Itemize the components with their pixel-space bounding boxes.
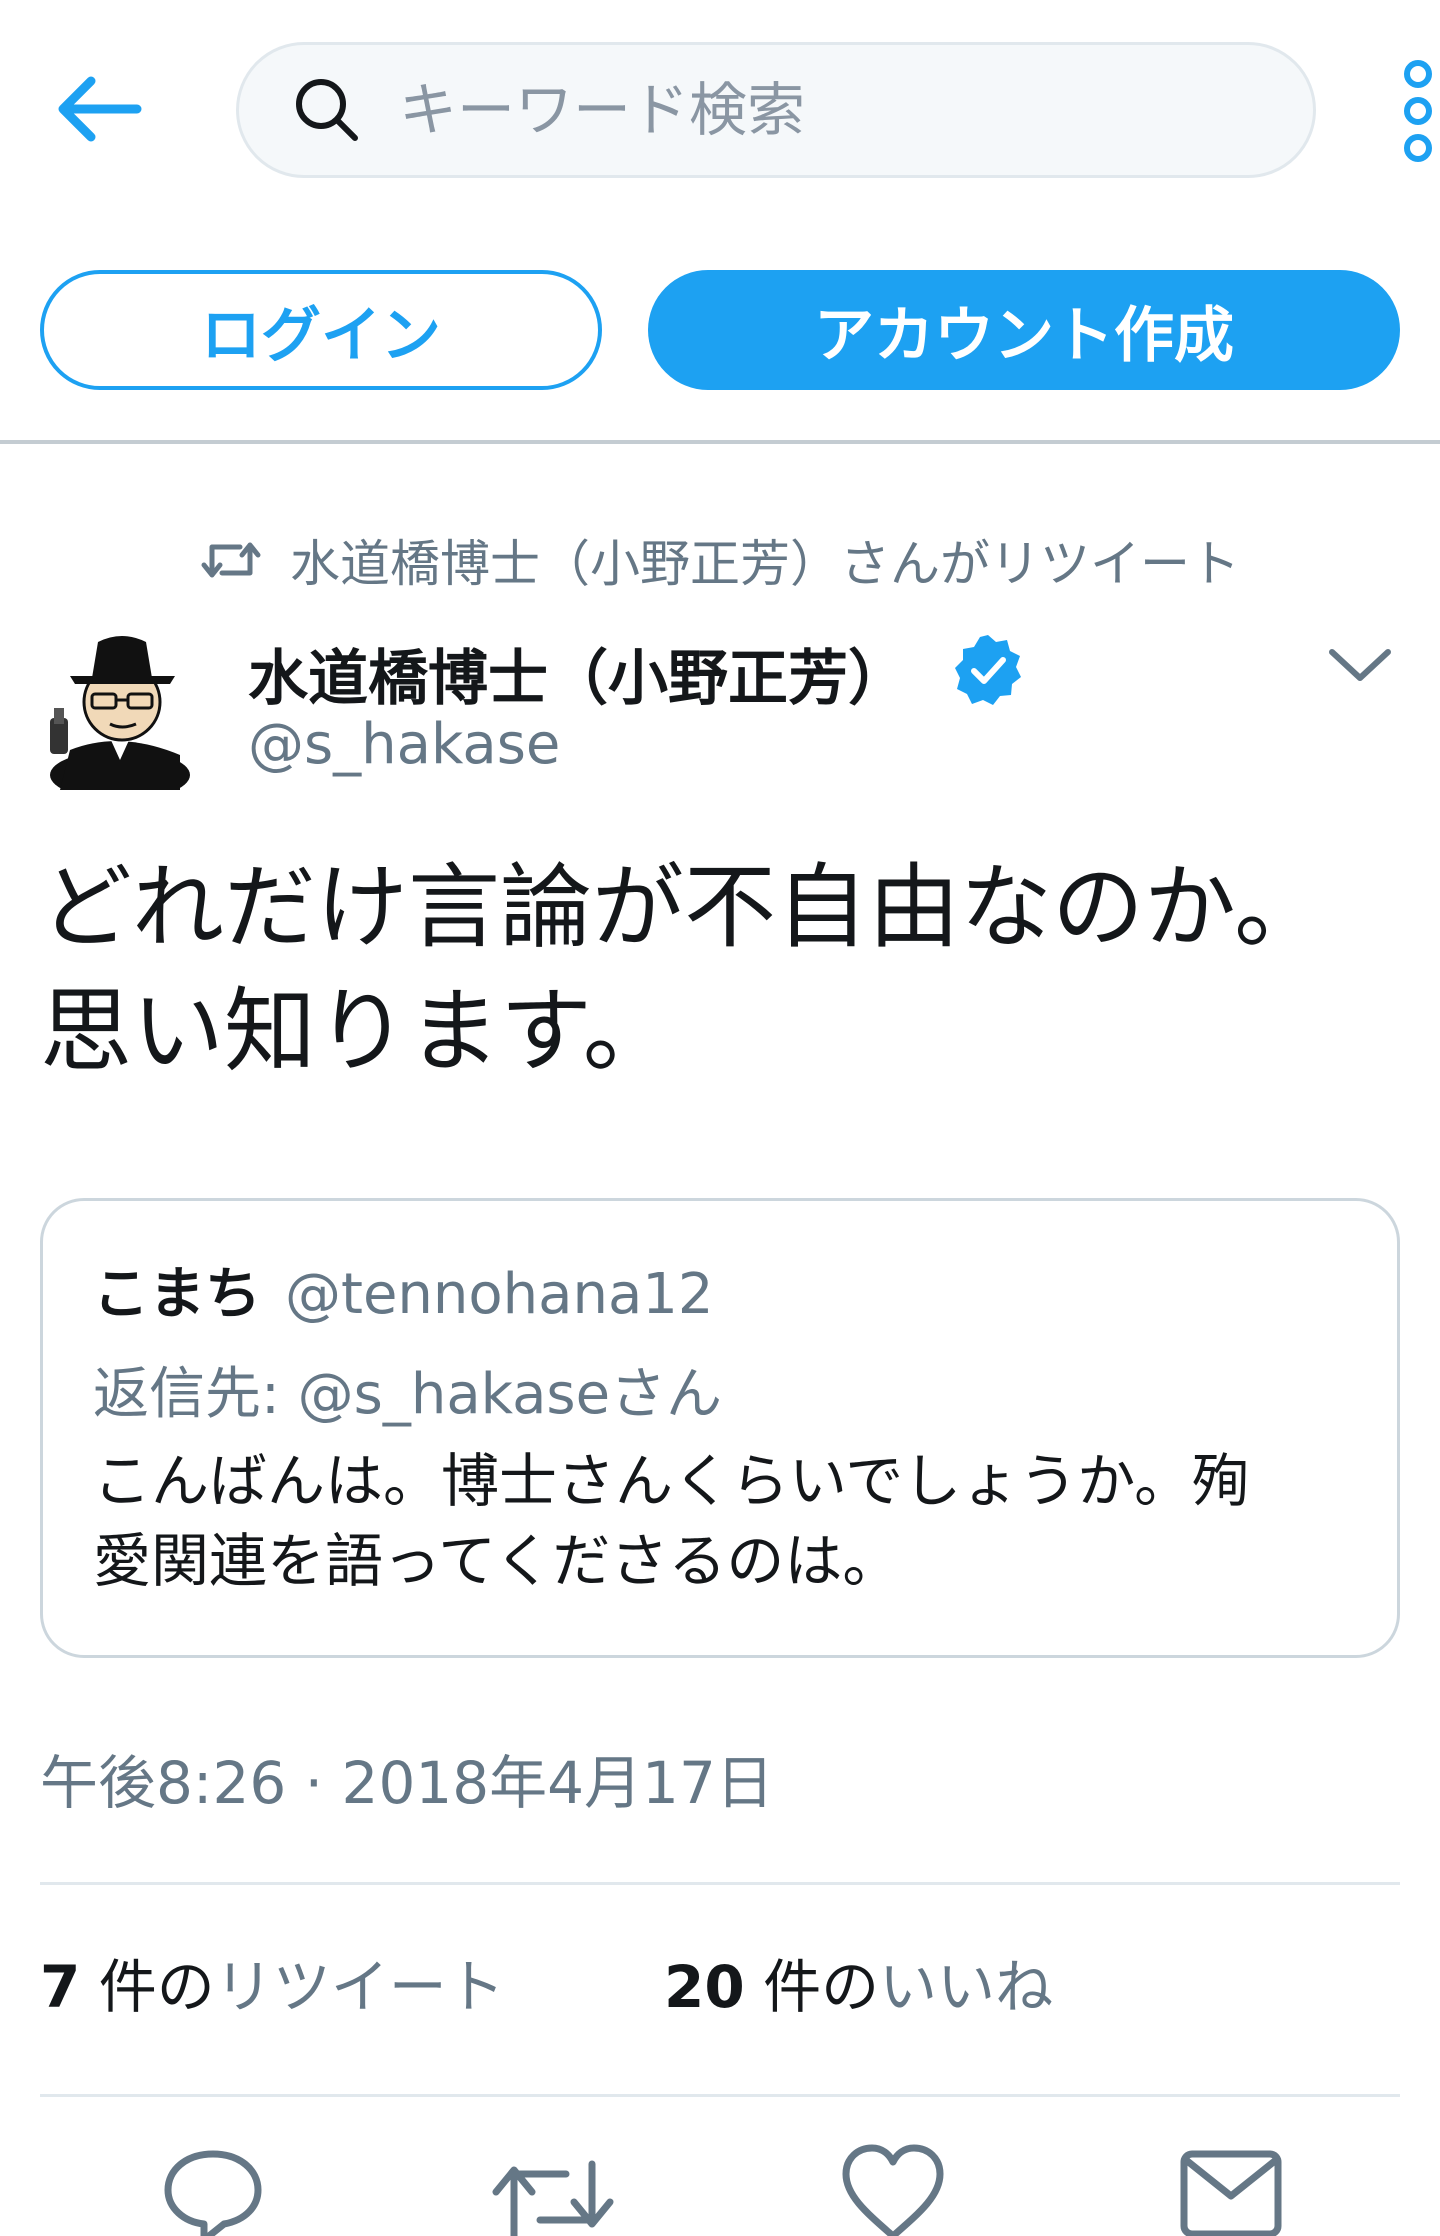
likes-stat[interactable]: 20 件のいいね xyxy=(664,1940,1053,2024)
author-handle[interactable]: @s_hakase xyxy=(248,712,560,777)
more-vertical-icon xyxy=(1404,60,1432,162)
stats-divider-top xyxy=(40,1882,1400,1885)
likes-label: いいね xyxy=(879,1953,1054,2021)
quoted-tweet[interactable]: こまち @tennohana12 返信先: @s_hakaseさん こんばんは。博… xyxy=(40,1198,1400,1658)
more-menu-button[interactable] xyxy=(1396,56,1440,166)
quoted-reply-to: 返信先: @s_hakaseさん xyxy=(93,1349,722,1430)
chevron-down-icon xyxy=(1329,649,1391,681)
retweet-icon xyxy=(492,2160,614,2236)
back-button[interactable] xyxy=(48,66,148,152)
retweets-count: 7 xyxy=(40,1953,81,2021)
top-bar xyxy=(0,0,1440,220)
search-icon xyxy=(289,72,365,148)
message-button[interactable] xyxy=(1176,2140,1286,2236)
quoted-tweet-header: こまち @tennohana12 xyxy=(93,1249,714,1330)
retweet-context[interactable]: 水道橋博士（小野正芳）さんがリツイート xyxy=(0,520,1440,600)
verified-badge-icon xyxy=(950,632,1026,708)
quoted-tweet-text: こんばんは。博士さんくらいでしょうか。殉 愛関連を語ってくださるのは。 xyxy=(93,1441,1373,1601)
stats-divider-bottom xyxy=(40,2094,1400,2097)
retweets-label: リツイート xyxy=(214,1953,505,2021)
search-box[interactable] xyxy=(236,42,1316,178)
author-name[interactable]: 水道橋博士（小野正芳） xyxy=(248,630,908,717)
reply-icon xyxy=(164,2150,262,2236)
tweet-text-line: 思い知ります。 xyxy=(40,978,675,1085)
tweet-text: どれだけ言論が不自由なのか。 思い知ります。 xyxy=(40,846,1410,1094)
retweet-icon xyxy=(200,535,262,585)
retweet-button[interactable] xyxy=(488,2140,614,2236)
auth-buttons: ログイン アカウント作成 xyxy=(0,270,1440,390)
reply-prefix: 返信先: xyxy=(93,1362,298,1427)
reply-button[interactable] xyxy=(158,2140,268,2236)
login-button[interactable]: ログイン xyxy=(40,270,602,390)
retweet-context-text: 水道橋博士（小野正芳）さんがリツイート xyxy=(290,535,1240,593)
tweet-options-button[interactable] xyxy=(1320,636,1400,696)
retweets-stat[interactable]: 7 件のリツイート xyxy=(40,1940,505,2024)
envelope-icon xyxy=(1180,2150,1282,2236)
tweet-text-line: どれだけ言論が不自由なのか。 xyxy=(40,854,1327,961)
quoted-text-line: 愛関連を語ってくださるのは。 xyxy=(93,1527,901,1595)
likes-count: 20 xyxy=(664,1953,745,2021)
quoted-author-handle: @tennohana12 xyxy=(285,1262,714,1327)
like-button[interactable] xyxy=(838,2140,948,2236)
signup-button[interactable]: アカウント作成 xyxy=(648,270,1400,390)
back-arrow-icon xyxy=(58,76,142,142)
quoted-text-line: こんばんは。博士さんくらいでしょうか。殉 xyxy=(93,1447,1251,1515)
reply-to-handle: @s_hakaseさん xyxy=(297,1362,723,1427)
header-divider xyxy=(0,440,1440,444)
avatar[interactable] xyxy=(40,620,190,800)
quoted-author-name: こまち xyxy=(93,1262,261,1327)
retweets-unit: 件の xyxy=(80,1953,215,2021)
tweet-actions xyxy=(0,2140,1440,2236)
tweet-stats: 7 件のリツイート 20 件のいいね xyxy=(40,1940,1400,2030)
likes-unit: 件の xyxy=(744,1953,880,2021)
search-input[interactable] xyxy=(399,76,1219,144)
heart-icon xyxy=(842,2144,944,2236)
tweet-timestamp[interactable]: 午後8:26 · 2018年4月17日 xyxy=(40,1736,774,1820)
